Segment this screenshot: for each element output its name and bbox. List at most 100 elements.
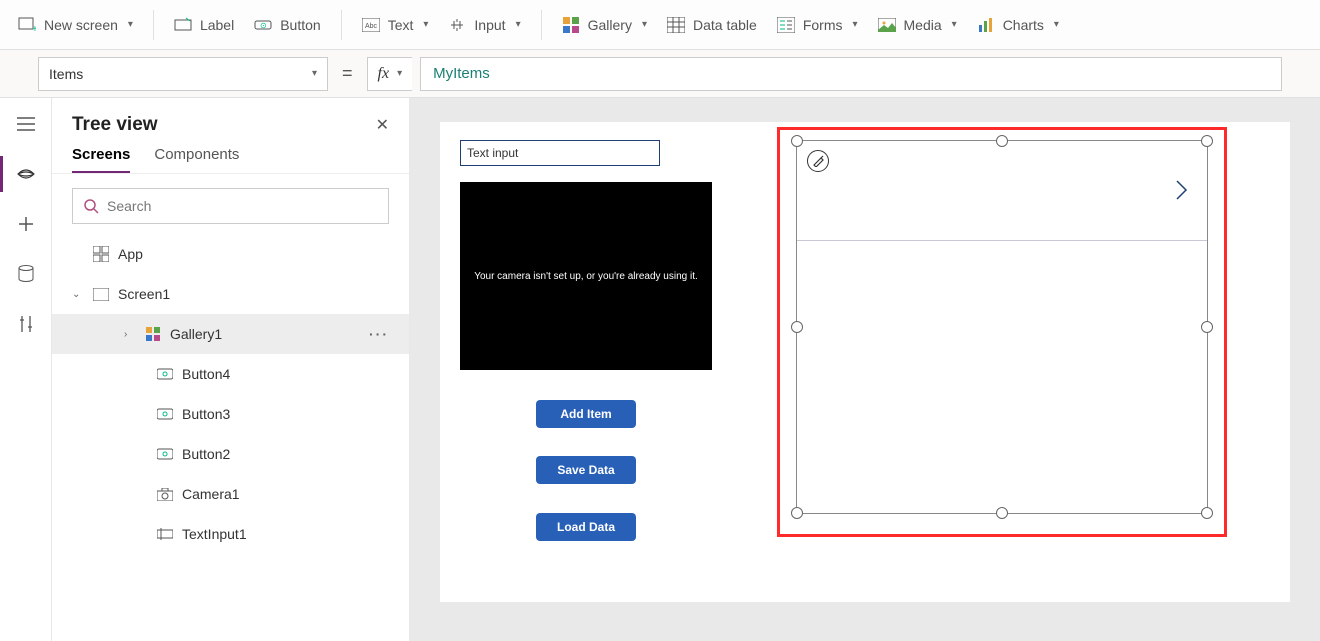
tree-search[interactable]: Search (72, 188, 389, 224)
search-icon (83, 198, 99, 214)
button-label: Save Data (557, 463, 614, 477)
resize-handle[interactable] (1201, 321, 1213, 333)
resize-handle[interactable] (996, 135, 1008, 147)
tree-row-camera1[interactable]: Camera1 (52, 474, 409, 514)
design-canvas[interactable]: Text input Your camera isn't set up, or … (440, 122, 1290, 602)
insert-forms-button[interactable]: Forms ▾ (767, 0, 868, 49)
canvas-area: Text input Your camera isn't set up, or … (410, 98, 1320, 641)
rail-tree-view[interactable] (14, 162, 38, 186)
rail-settings[interactable] (14, 312, 38, 336)
insert-datatable-label: Data table (693, 17, 757, 33)
camera-message: Your camera isn't set up, or you're alre… (474, 271, 698, 282)
tree-header: Tree view ✕ (52, 98, 409, 146)
camera-icon (156, 485, 174, 503)
more-icon[interactable]: ··· (369, 326, 389, 342)
main-area: Tree view ✕ Screens Components Search Ap… (0, 98, 1320, 641)
formula-bar: Items ▾ = fx ▾ MyItems (0, 50, 1320, 98)
property-selector[interactable]: Items ▾ (38, 57, 328, 91)
insert-label-button[interactable]: Label (164, 0, 244, 49)
datatable-icon (667, 16, 685, 34)
insert-text-button[interactable]: Abc Text ▾ (352, 0, 439, 49)
tab-screens[interactable]: Screens (72, 146, 130, 173)
tree-label: Button4 (182, 366, 230, 382)
resize-handle[interactable] (791, 321, 803, 333)
ribbon-toolbar: + New screen ▾ Label ⊙ Button Abc Text ▾… (0, 0, 1320, 50)
insert-gallery-button[interactable]: Gallery ▾ (552, 0, 657, 49)
tree-row-app[interactable]: App (52, 234, 409, 274)
button-icon (156, 365, 174, 383)
insert-charts-label: Charts (1003, 17, 1044, 33)
equals-sign: = (336, 63, 359, 84)
insert-label-text: Label (200, 17, 234, 33)
insert-button-button[interactable]: ⊙ Button (244, 0, 330, 49)
tree-list: App ⌄ Screen1 › Gallery1 ··· (52, 234, 409, 641)
formula-input[interactable]: MyItems (420, 57, 1282, 91)
property-name: Items (49, 66, 83, 82)
ribbon-separator (153, 10, 154, 40)
canvas-camera[interactable]: Your camera isn't set up, or you're alre… (460, 182, 712, 370)
left-rail (0, 98, 52, 641)
tree-row-textinput1[interactable]: TextInput1 (52, 514, 409, 554)
chevron-down-icon: ▾ (312, 68, 317, 79)
ribbon-separator (341, 10, 342, 40)
canvas-textinput[interactable]: Text input (460, 140, 660, 166)
close-icon[interactable]: ✕ (376, 115, 389, 135)
rail-hamburger[interactable] (14, 112, 38, 136)
gallery-icon (562, 16, 580, 34)
screen-icon (92, 285, 110, 303)
rail-data[interactable] (14, 262, 38, 286)
tree-label: Button3 (182, 406, 230, 422)
insert-forms-label: Forms (803, 17, 843, 33)
insert-datatable-button[interactable]: Data table (657, 0, 767, 49)
canvas-gallery[interactable] (796, 140, 1208, 514)
tree-row-screen1[interactable]: ⌄ Screen1 (52, 274, 409, 314)
screen-icon: + (18, 16, 36, 34)
new-screen-button[interactable]: + New screen ▾ (8, 0, 143, 49)
tree-row-button2[interactable]: Button2 (52, 434, 409, 474)
button-icon (156, 445, 174, 463)
canvas-save-data-button[interactable]: Save Data (536, 456, 636, 484)
collapse-icon[interactable]: ⌄ (72, 289, 84, 300)
input-icon (448, 16, 466, 34)
chevron-down-icon: ▾ (1054, 19, 1059, 30)
rail-insert[interactable] (14, 212, 38, 236)
tree-row-button4[interactable]: Button4 (52, 354, 409, 394)
chevron-down-icon: ▾ (642, 19, 647, 30)
canvas-load-data-button[interactable]: Load Data (536, 513, 636, 541)
new-screen-label: New screen (44, 17, 118, 33)
tree-label: App (118, 246, 143, 262)
insert-media-label: Media (904, 17, 942, 33)
resize-handle[interactable] (996, 507, 1008, 519)
tree-row-gallery1[interactable]: › Gallery1 ··· (52, 314, 409, 354)
insert-input-button[interactable]: Input ▾ (438, 0, 530, 49)
gallery-icon (144, 325, 162, 343)
resize-handle[interactable] (791, 507, 803, 519)
resize-handle[interactable] (1201, 135, 1213, 147)
charts-icon (977, 16, 995, 34)
chevron-down-icon: ▾ (516, 19, 521, 30)
search-placeholder: Search (107, 198, 151, 214)
tree-row-button3[interactable]: Button3 (52, 394, 409, 434)
chevron-right-icon[interactable] (1175, 179, 1189, 201)
canvas-add-item-button[interactable]: Add Item (536, 400, 636, 428)
chevron-down-icon: ▾ (852, 19, 857, 30)
svg-text:Abc: Abc (365, 23, 378, 30)
resize-handle[interactable] (1201, 507, 1213, 519)
text-icon: Abc (362, 16, 380, 34)
gallery-selection-highlight (777, 127, 1227, 537)
tab-components[interactable]: Components (154, 146, 239, 173)
textinput-icon (156, 525, 174, 543)
resize-handle[interactable] (791, 135, 803, 147)
gallery-template-row[interactable] (797, 141, 1207, 241)
insert-media-button[interactable]: Media ▾ (868, 0, 967, 49)
label-icon (174, 16, 192, 34)
expand-icon[interactable]: › (124, 329, 136, 340)
tree-label: Button2 (182, 446, 230, 462)
svg-text:+: + (32, 24, 36, 34)
fx-button[interactable]: fx ▾ (367, 57, 413, 91)
insert-text-label: Text (388, 17, 414, 33)
formula-value: MyItems (433, 65, 490, 82)
chevron-down-icon: ▾ (952, 19, 957, 30)
insert-gallery-label: Gallery (588, 17, 632, 33)
insert-charts-button[interactable]: Charts ▾ (967, 0, 1069, 49)
